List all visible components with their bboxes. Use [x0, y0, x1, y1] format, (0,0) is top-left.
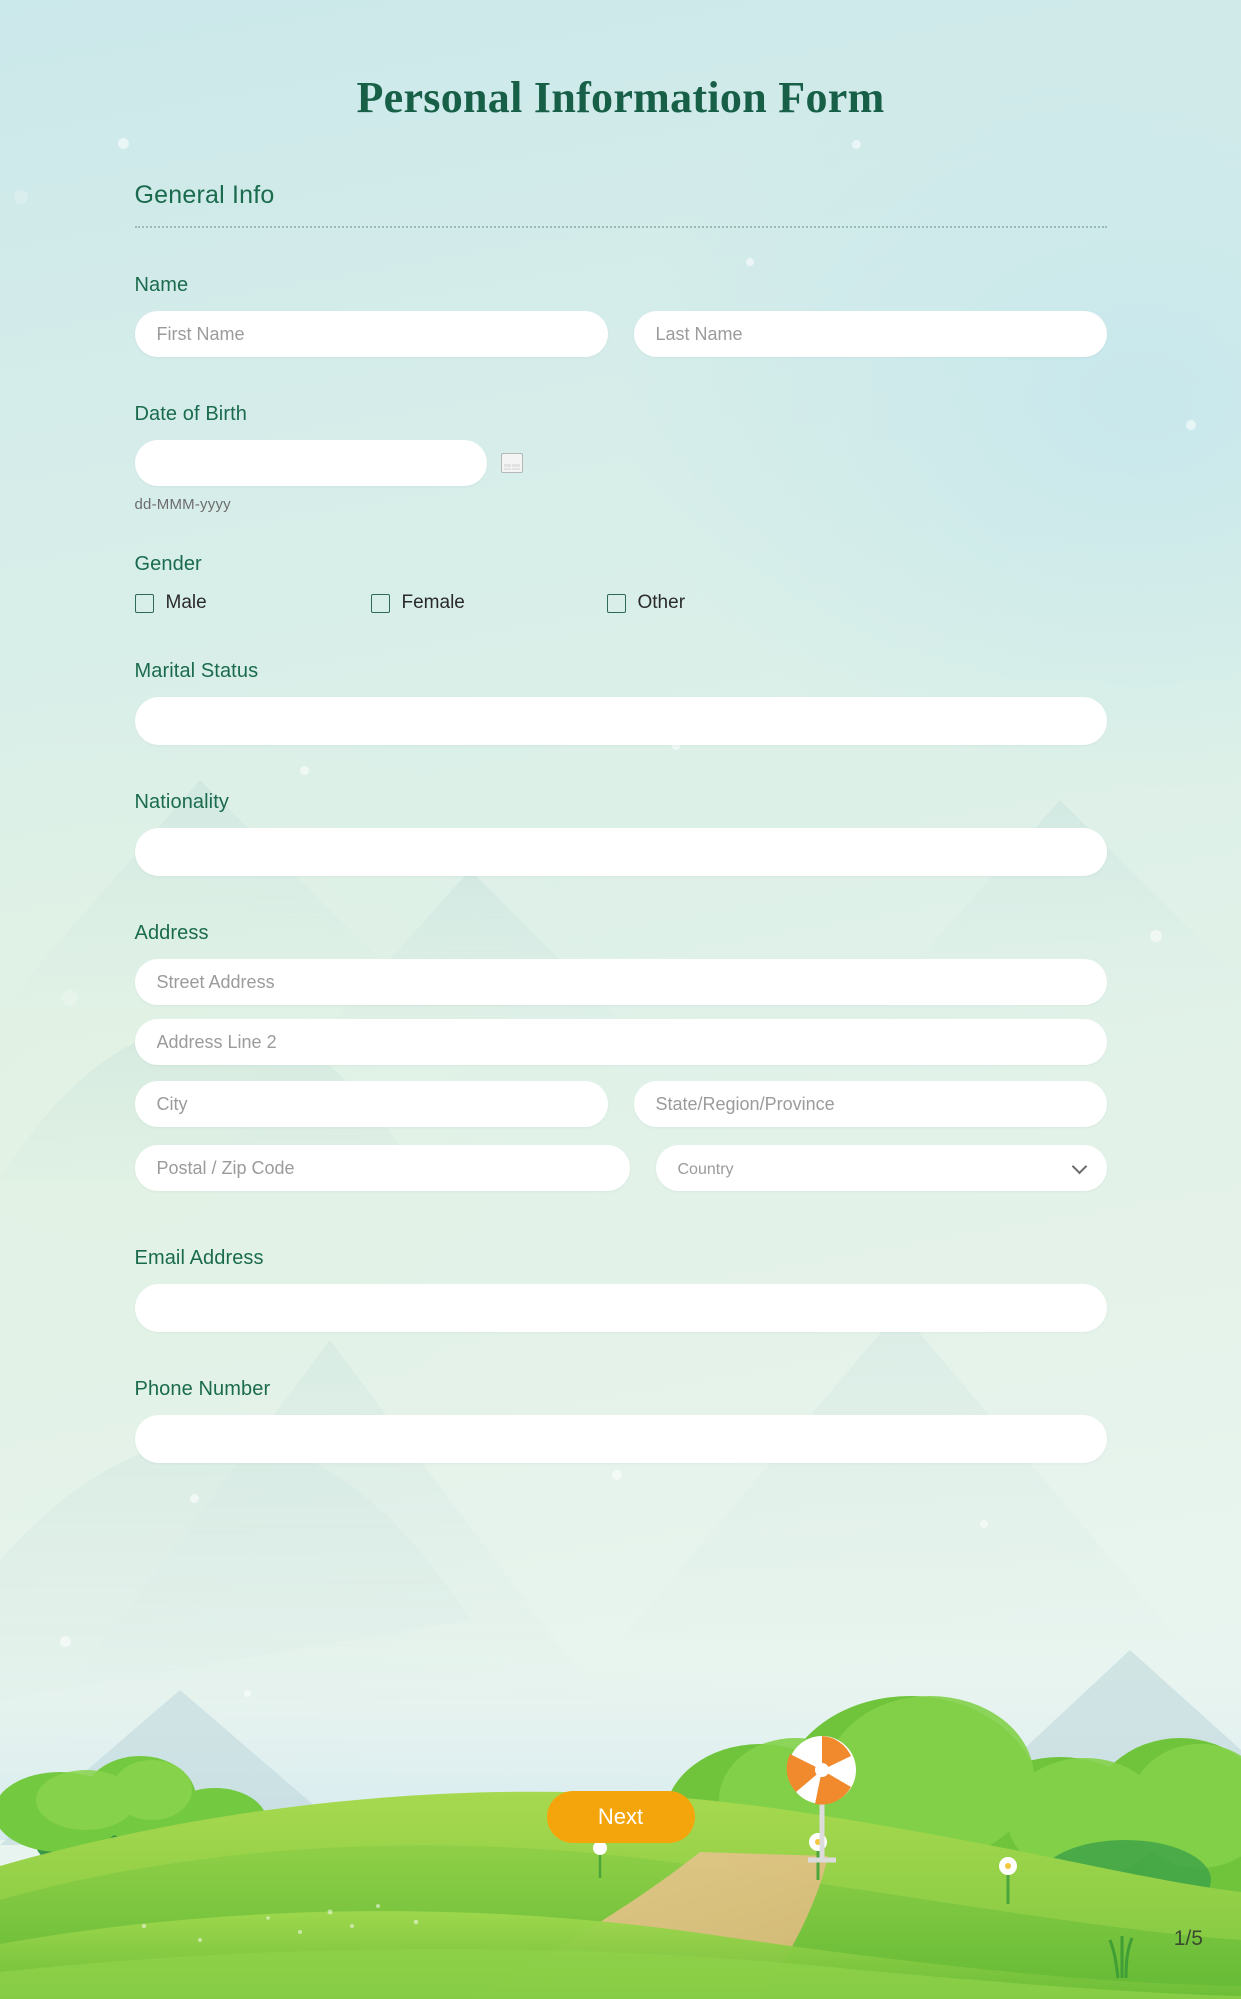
marital-status-label: Marital Status — [134, 660, 259, 682]
section-general-info: General Info — [134, 181, 1107, 228]
country-select[interactable] — [655, 1145, 1107, 1191]
street-address-input[interactable] — [134, 959, 1107, 1005]
form-container: General Info Name Date of Birth dd-MMM-y… — [134, 123, 1107, 1463]
first-name-input[interactable] — [134, 311, 608, 357]
address-line-2-input[interactable] — [134, 1019, 1107, 1065]
nationality-label: Nationality — [134, 791, 229, 813]
section-divider — [134, 226, 1107, 228]
city-input[interactable] — [134, 1081, 608, 1127]
gender-option-male[interactable]: Male — [134, 592, 371, 614]
field-group-marital-status: Marital Status — [134, 660, 1107, 745]
footer: Next 1/5 — [0, 1699, 1241, 1999]
date-format-hint: dd-MMM-yyyy — [134, 496, 231, 513]
name-inputs-row — [134, 311, 1107, 357]
field-group-date-of-birth: Date of Birth dd-MMM-yyyy — [134, 403, 1107, 513]
field-group-email: Email Address — [134, 1247, 1107, 1332]
phone-number-input[interactable] — [134, 1415, 1107, 1463]
name-label: Name — [134, 274, 189, 296]
gender-option-female[interactable]: Female — [370, 592, 607, 614]
marital-status-input[interactable] — [134, 697, 1107, 745]
marital-status-row — [134, 697, 1107, 745]
checkbox-male-icon[interactable] — [134, 593, 154, 613]
email-row — [134, 1284, 1107, 1332]
field-group-phone: Phone Number — [134, 1378, 1107, 1463]
field-group-name: Name — [134, 274, 1107, 357]
date-of-birth-label: Date of Birth — [134, 403, 247, 425]
postal-country-row — [134, 1145, 1107, 1191]
address-label: Address — [134, 922, 209, 944]
page-title: Personal Information Form — [356, 73, 885, 122]
date-of-birth-row — [134, 440, 1107, 486]
gender-option-other-label: Other — [637, 592, 686, 613]
last-name-input[interactable] — [633, 311, 1107, 357]
section-heading: General Info — [134, 181, 275, 209]
checkbox-female-icon[interactable] — [370, 593, 390, 613]
phone-row — [134, 1415, 1107, 1463]
state-region-province-input[interactable] — [633, 1081, 1107, 1127]
page-indicator: 1/5 — [1173, 1927, 1203, 1950]
calendar-icon[interactable] — [500, 453, 523, 473]
date-of-birth-input[interactable] — [134, 440, 487, 486]
nationality-input[interactable] — [134, 828, 1107, 876]
email-address-input[interactable] — [134, 1284, 1107, 1332]
email-address-label: Email Address — [134, 1247, 264, 1269]
gender-label: Gender — [134, 553, 202, 575]
phone-number-label: Phone Number — [134, 1378, 271, 1400]
field-group-nationality: Nationality — [134, 791, 1107, 876]
field-group-address: Address — [134, 922, 1107, 1191]
address-line-2-row — [134, 1019, 1107, 1065]
gender-option-female-label: Female — [401, 592, 465, 613]
next-button[interactable]: Next — [546, 1791, 695, 1843]
field-group-gender: Gender Male Female Other — [134, 553, 1107, 614]
gender-option-male-label: Male — [165, 592, 207, 613]
nationality-row — [134, 828, 1107, 876]
city-state-row — [134, 1081, 1107, 1127]
gender-option-other[interactable]: Other — [606, 592, 843, 614]
checkbox-other-icon[interactable] — [606, 593, 626, 613]
street-address-row — [134, 959, 1107, 1005]
gender-options-row: Male Female Other — [134, 592, 1107, 614]
postal-zip-code-input[interactable] — [134, 1145, 630, 1191]
country-select-wrapper — [655, 1145, 1107, 1191]
